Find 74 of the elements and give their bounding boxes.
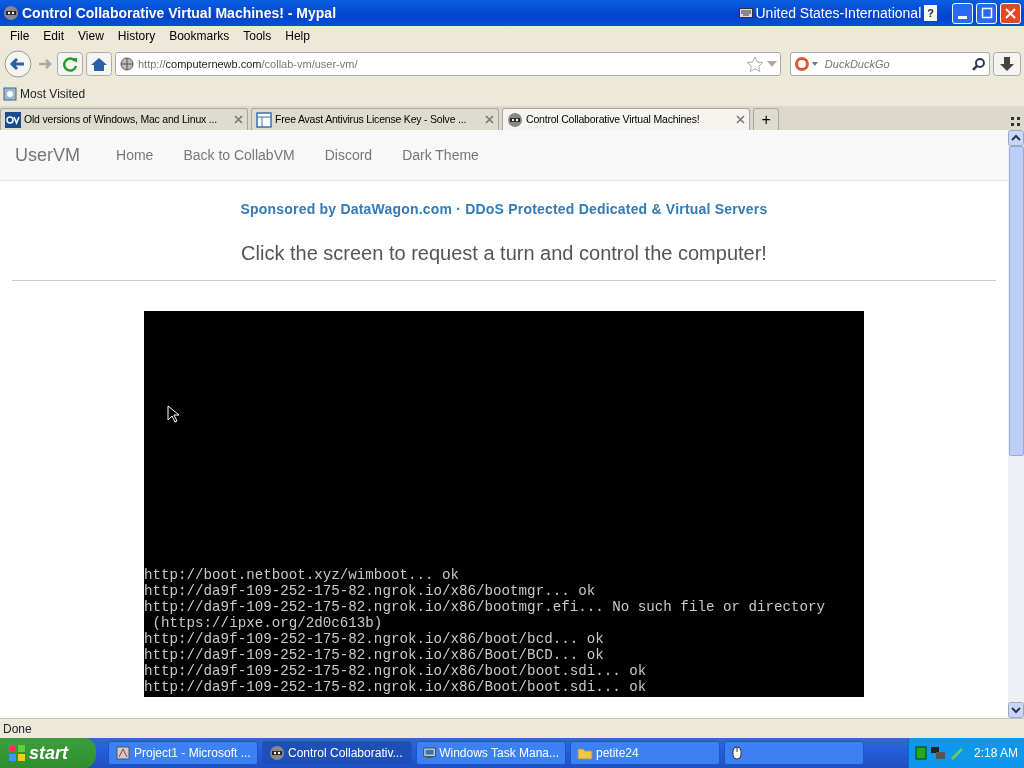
- site-brand[interactable]: UserVM: [0, 141, 95, 169]
- taskbar-button[interactable]: Windows Task Mana...: [416, 741, 566, 765]
- menu-item[interactable]: Tools: [236, 27, 279, 45]
- browser-tab[interactable]: Old versions of Windows, Mac and Linux ...: [0, 108, 248, 130]
- keyboard-icon: [738, 8, 753, 18]
- new-tab-button[interactable]: +: [753, 108, 779, 130]
- nav-link[interactable]: Discord: [309, 144, 388, 166]
- page-icon: [256, 111, 272, 128]
- search-engine-icon[interactable]: [794, 56, 820, 72]
- nav-link[interactable]: Dark Theme: [387, 144, 494, 166]
- scroll-up-icon[interactable]: [1008, 130, 1024, 146]
- app-icon: [269, 745, 285, 761]
- tab-list-icon[interactable]: [1011, 117, 1021, 127]
- console-line: http://boot.netboot.xyz/wimboot... ok: [144, 567, 460, 583]
- taskbar-button[interactable]: petite24: [570, 741, 720, 765]
- start-button[interactable]: start: [0, 738, 96, 768]
- maximize-button[interactable]: [976, 2, 997, 24]
- close-icon[interactable]: [485, 115, 494, 124]
- console-line: http://da9f-109-252-175-82.ngrok.io/x86/Boot/boot.sdi... ok: [144, 679, 648, 695]
- console-line: http://da9f-109-252-175-82.ngrok.io/x86/bootmgr... ok: [144, 583, 597, 599]
- search-icon[interactable]: [972, 57, 986, 71]
- folder-icon: [577, 745, 593, 761]
- close-button[interactable]: [1000, 2, 1021, 24]
- menu-item[interactable]: View: [71, 27, 111, 45]
- console-line: http://da9f-109-252-175-82.ngrok.io/x86/boot/bcd... ok: [144, 631, 605, 647]
- console-line: http://da9f-109-252-175-82.ngrok.io/x86/bootmgr.efi... No such file or directory: [144, 599, 827, 615]
- site-icon: [5, 111, 21, 128]
- browser-tab[interactable]: Control Collaborative Virtual Machines!: [502, 108, 750, 130]
- menu-item[interactable]: Edit: [36, 27, 72, 45]
- minimize-button[interactable]: [952, 2, 973, 24]
- app-icon: [507, 111, 523, 128]
- clock: 2:18 AM: [973, 745, 1018, 762]
- minimize-icon: [958, 15, 967, 19]
- page-heading: Click the screen to request a turn and control the computer!: [241, 242, 767, 264]
- scroll-down-icon[interactable]: [1008, 702, 1024, 718]
- close-icon[interactable]: [736, 115, 745, 124]
- monitor-icon: [423, 745, 437, 761]
- scroll-thumb[interactable]: [1008, 146, 1024, 456]
- bookmark[interactable]: Most Visited: [3, 85, 86, 103]
- home-icon[interactable]: [86, 52, 112, 76]
- window-title: Control Collaborative Virtual Machines! - Mypal: [22, 3, 337, 23]
- menu-item[interactable]: File: [3, 27, 37, 45]
- browser-tab[interactable]: Free Avast Antivirus License Key - Solve ...: [251, 108, 499, 130]
- globe-icon: [119, 56, 135, 72]
- menu-item[interactable]: History: [110, 27, 163, 45]
- search-field[interactable]: DuckDuckGo: [790, 52, 990, 76]
- star-icon[interactable]: [746, 56, 764, 72]
- menu-item[interactable]: Help: [278, 27, 317, 45]
- program-icon: [115, 745, 131, 761]
- vm-screen[interactable]: [144, 311, 864, 697]
- menu-item[interactable]: Bookmarks: [162, 27, 237, 45]
- nav-link[interactable]: Home: [101, 144, 169, 166]
- network-icon[interactable]: [929, 746, 946, 760]
- back-icon[interactable]: [3, 49, 33, 79]
- reload-icon[interactable]: [57, 52, 83, 76]
- bookmark-folder-icon: [3, 87, 17, 101]
- cursor-icon: [167, 405, 179, 423]
- console-line: http://da9f-109-252-175-82.ngrok.io/x86/Boot/BCD... ok: [144, 647, 605, 663]
- help-key[interactable]: ?: [924, 4, 937, 22]
- download-icon[interactable]: [993, 52, 1021, 76]
- search-input[interactable]: DuckDuckGo: [822, 54, 970, 74]
- close-icon[interactable]: [234, 115, 243, 124]
- address-field[interactable]: http://computernewb.com/collab-vm/user-vm/: [115, 52, 781, 76]
- nav-link[interactable]: Back to CollabVM: [168, 144, 310, 166]
- app-icon: [3, 5, 19, 21]
- console-line: (https://ipxe.org/2d0c613b): [151, 615, 384, 631]
- taskbar-button[interactable]: Project1 - Microsoft ...: [108, 741, 258, 765]
- mouse-icon: [731, 745, 743, 761]
- sponsor-link[interactable]: Sponsored by DataWagon.com · DDoS Protected Dedicated & Virtual Servers: [240, 201, 768, 217]
- status-text: Done: [3, 720, 32, 738]
- windows-logo-icon: [8, 744, 26, 762]
- taskbar-button[interactable]: Control Collaborativ...: [262, 741, 412, 765]
- console-line: http://da9f-109-252-175-82.ngrok.io/x86/boot/boot.sdi... ok: [144, 663, 648, 679]
- keyboard-layout[interactable]: United States-International: [755, 2, 922, 24]
